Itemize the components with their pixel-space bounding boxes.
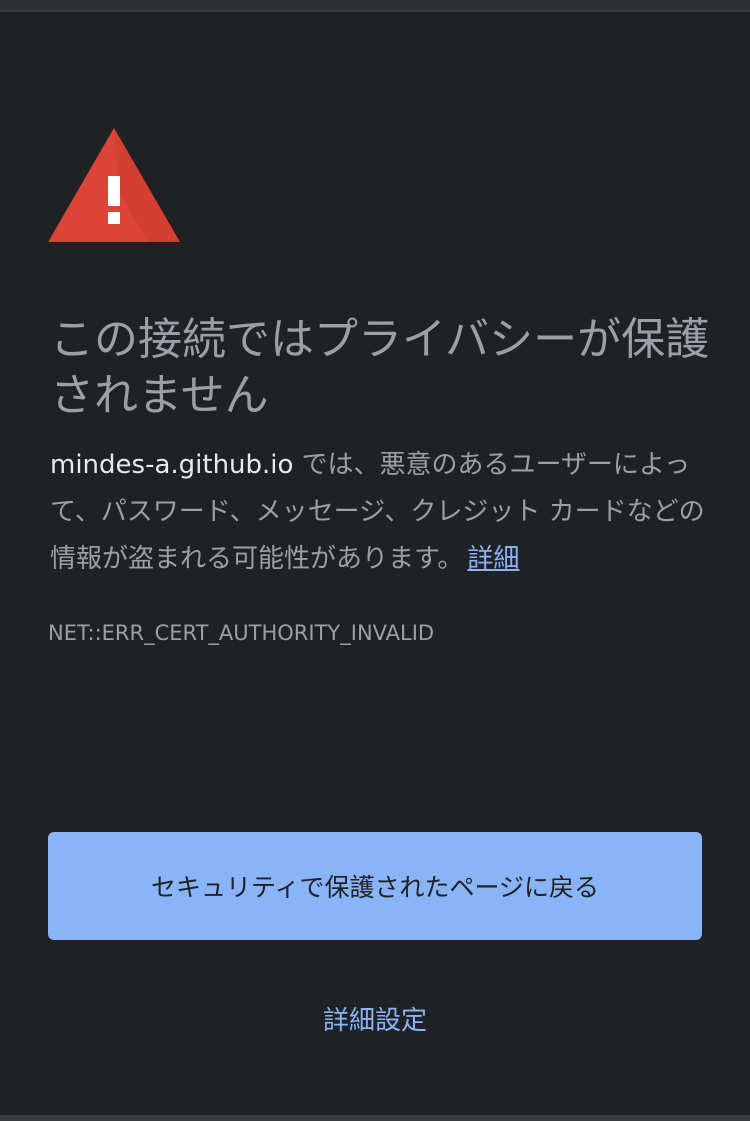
bottom-edge: [0, 1115, 750, 1121]
interstitial-page: この接続ではプライバシーが保護されません mindes-a.github.io で…: [0, 0, 750, 1121]
site-host: mindes-a.github.io: [50, 450, 294, 480]
error-code: NET::ERR_CERT_AUTHORITY_INVALID: [48, 621, 435, 645]
top-edge: [0, 0, 750, 12]
back-to-safety-button[interactable]: セキュリティで保護されたページに戻る: [48, 832, 702, 940]
advanced-settings-button[interactable]: 詳細設定: [275, 990, 475, 1046]
page-title: この接続ではプライバシーが保護されません: [50, 314, 710, 421]
warning-message: mindes-a.github.io では、悪意のあるユーザーによって、パスワード…: [50, 442, 710, 583]
details-link[interactable]: 詳細: [467, 544, 519, 574]
warning-triangle-icon: [48, 128, 180, 242]
